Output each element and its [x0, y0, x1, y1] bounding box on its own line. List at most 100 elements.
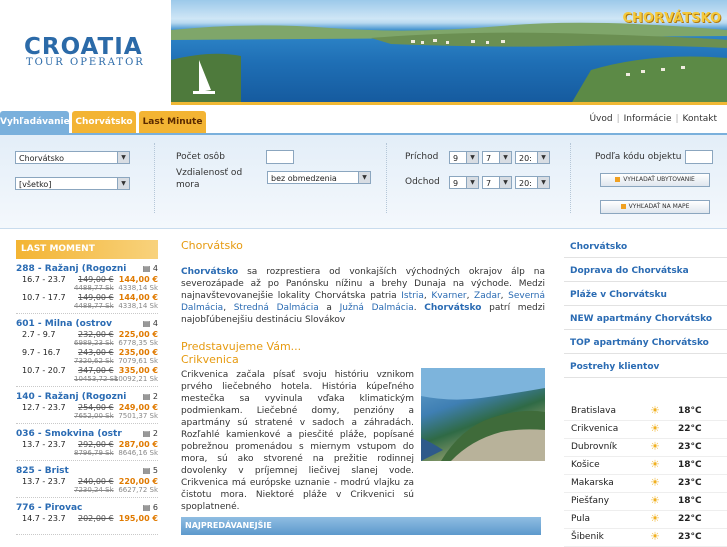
top-links: Úvod | Informácie | Kontakt: [585, 114, 721, 124]
deal-title[interactable]: 140 - Ražanj (Rogozni ▤ 2: [16, 391, 158, 403]
weather-city: Košice: [571, 460, 600, 470]
weather-temp: 22°C: [678, 424, 702, 434]
region-link-kvarner[interactable]: Kvarner: [431, 291, 466, 301]
deal-title[interactable]: 288 - Ražanj (Rogozni ▤ 4: [16, 263, 158, 275]
tab-search[interactable]: Vyhľadávanie: [0, 111, 70, 133]
weather-temp: 22°C: [678, 514, 702, 524]
sidebar-link-top-apartments[interactable]: TOP apartmány Chorvátsko: [564, 336, 727, 354]
deal-new-price: 335,00 €: [118, 366, 158, 375]
deal-dates: 9.7 - 16.7: [22, 348, 61, 357]
departure-year-select[interactable]: 20: ▼: [515, 176, 550, 189]
weather-row: Bratislava ☀ 18°C: [564, 403, 727, 421]
sidebar-link-new-apartments[interactable]: NEW apartmány Chorvátsko: [564, 312, 727, 330]
page-title: Chorvátsko: [181, 239, 243, 252]
deal-old-price-sk: 10453,72 Sk: [74, 375, 119, 383]
sidebar-link-beaches[interactable]: Pláže v Chorvátsku: [564, 288, 727, 306]
weather-city: Šibenik: [571, 532, 604, 542]
arrival-year-select[interactable]: 20: ▼: [515, 151, 550, 164]
deal-title[interactable]: 036 - Smokvina (ostr ▤ 2: [16, 428, 158, 440]
deal-old-price: 240,00 €: [78, 477, 114, 486]
deal-title-text: 288 - Ražanj (Rogozni: [16, 264, 127, 274]
divider: [16, 313, 158, 314]
chevron-down-icon: ▼: [358, 172, 370, 183]
departure-month-select[interactable]: 7 ▼: [482, 176, 512, 189]
last-moment-list: 288 - Ražanj (Rogozni ▤ 4 16.7 - 23.7 149,0…: [16, 263, 158, 535]
deal-title-text: 036 - Smokvina (ostr: [16, 429, 122, 439]
object-code-input[interactable]: [685, 150, 713, 164]
region-link-zadar[interactable]: Zadar: [474, 291, 501, 301]
sun-cloud-icon: ☀: [650, 404, 660, 417]
divider: [16, 423, 158, 424]
region-link-south-dalmatia[interactable]: Južná Dalmácia: [340, 303, 414, 313]
divider: [570, 143, 571, 213]
region-select[interactable]: [všetko] ▼: [15, 177, 130, 190]
link-contact[interactable]: Kontakt: [679, 114, 721, 124]
weather-temp: 23°C: [678, 532, 702, 542]
arrival-day-select[interactable]: 9 ▼: [449, 151, 479, 164]
departure-day-select[interactable]: 9 ▼: [449, 176, 479, 189]
search-map-button[interactable]: VYHĽADAŤ NA MAPE: [600, 200, 710, 214]
featured-title[interactable]: Crikvenica: [181, 353, 545, 366]
main-content: Chorvátsko Chorvátsko sa rozprestiera od…: [181, 238, 545, 535]
tab-last-minute[interactable]: Last Minute: [139, 111, 206, 133]
sidebar-link-transport[interactable]: Doprava do Chorvátska: [564, 264, 727, 282]
crikvenica-photo[interactable]: [421, 368, 545, 461]
sun-cloud-icon: ☀: [650, 530, 660, 543]
persons-input[interactable]: [266, 150, 294, 164]
last-moment-item[interactable]: 036 - Smokvina (ostr ▤ 2 13.7 - 23.7 292,00…: [16, 428, 158, 461]
deal-dates: 14.7 - 23.7: [22, 514, 66, 523]
last-moment-item[interactable]: 776 - Pirovac ▤ 6 14.7 - 23.7 202,00 € 195,0…: [16, 502, 158, 535]
distance-select[interactable]: bez obmedzenia ▼: [267, 171, 371, 184]
sidebar-link-croatia[interactable]: Chorvátsko: [564, 240, 727, 258]
country-select[interactable]: Chorvátsko ▼: [15, 151, 130, 164]
departure-label: Odchod: [405, 177, 440, 187]
deal-old-price: 254,00 €: [78, 403, 114, 412]
region-link-central-dalmatia[interactable]: Stredná Dalmácia: [234, 303, 319, 313]
weather-city: Pula: [571, 514, 590, 524]
deal-dates: 10.7 - 20.7: [22, 366, 66, 375]
sun-cloud-icon: ☀: [650, 512, 660, 525]
deal-old-price-sk: 4488,77 Sk: [74, 302, 114, 310]
region-link-istria[interactable]: Istria: [401, 291, 424, 301]
deal-title-text: 601 - Milna (ostrov: [16, 319, 112, 329]
bed-icon: ▤ 2: [140, 391, 158, 403]
deal-new-price-sk: 6778,35 Sk: [118, 339, 158, 347]
last-moment-item[interactable]: 140 - Ražanj (Rogozni ▤ 2 12.7 - 23.7 254,0…: [16, 391, 158, 424]
logo[interactable]: CROATIA TOUR OPERATOR: [0, 0, 171, 106]
deal-row-sk: 7320,62 Sk 7079,61 Sk: [16, 357, 158, 366]
last-moment-item[interactable]: 288 - Ražanj (Rogozni ▤ 4 16.7 - 23.7 149,0…: [16, 263, 158, 314]
deal-title[interactable]: 776 - Pirovac ▤ 6: [16, 502, 158, 514]
last-moment-item[interactable]: 601 - Milna (ostrov ▤ 4 2.7 - 9.7 232,00 €2…: [16, 318, 158, 387]
deal-old-price-sk: 8796,79 Sk: [74, 449, 114, 457]
deal-title[interactable]: 601 - Milna (ostrov ▤ 4: [16, 318, 158, 330]
chevron-down-icon: ▼: [537, 152, 549, 163]
weather-temp: 18°C: [678, 496, 702, 506]
chevron-down-icon: ▼: [117, 178, 129, 189]
deal-new-price: 144,00 €: [118, 293, 158, 302]
deal-row: 16.7 - 23.7 149,00 € 144,00 €: [16, 275, 158, 284]
deal-title[interactable]: 825 - Brist ▤ 5: [16, 465, 158, 477]
deal-new-price: 195,00 €: [118, 514, 158, 523]
divider: [154, 143, 155, 213]
deal-old-price: 232,00 €: [78, 330, 114, 339]
link-home[interactable]: Úvod: [585, 114, 616, 124]
tab-croatia[interactable]: Chorvátsko: [72, 111, 136, 133]
link-information[interactable]: Informácie: [620, 114, 676, 124]
weather-city: Makarska: [571, 478, 614, 488]
deal-old-price: 202,00 €: [78, 514, 114, 523]
deal-persons: 4: [152, 319, 158, 328]
deal-row-sk: 4488,77 Sk 4338,14 Sk: [16, 302, 158, 311]
arrival-month-select[interactable]: 7 ▼: [482, 151, 512, 164]
deal-dates: 12.7 - 23.7: [22, 403, 66, 412]
search-accommodation-button[interactable]: VYHĽADAŤ UBYTOVANIE: [600, 173, 710, 187]
weather-temp: 23°C: [678, 478, 702, 488]
deal-old-price-sk: 6989,23 Sk: [74, 339, 114, 347]
logo-subtitle: TOUR OPERATOR: [26, 57, 145, 68]
sidebar-link-client-reviews[interactable]: Postrehy klientov: [564, 360, 727, 378]
deal-new-price-sk: 4338,14 Sk: [118, 284, 158, 292]
divider: [16, 534, 158, 535]
deal-row: 9.7 - 16.7 243,00 € 235,00 €: [16, 348, 158, 357]
deal-new-price: 287,00 €: [118, 440, 158, 449]
last-moment-item[interactable]: 825 - Brist ▤ 5 13.7 - 23.7 240,00 € 220,00 …: [16, 465, 158, 498]
departure-day-value: 9: [453, 179, 459, 188]
